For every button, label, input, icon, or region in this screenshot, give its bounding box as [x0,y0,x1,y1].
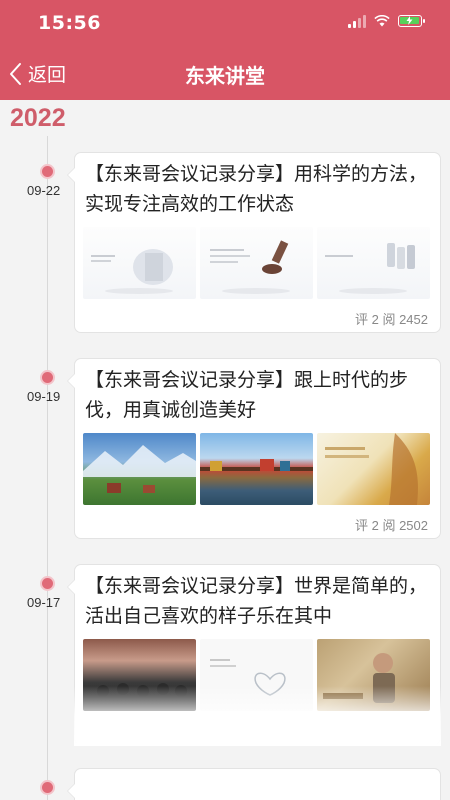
article-title: 【东来哥会议记录分享】世界是简单的，活出自己喜欢的样子乐在其中 [85,575,428,627]
entry-date: 09-17 [27,595,61,610]
timeline-dot [42,782,53,793]
article-thumbnail [317,227,430,299]
signal-icon [348,14,366,28]
article-card[interactable] [67,768,441,800]
article-thumbnail [200,227,313,299]
entry-date: 09-22 [27,183,61,198]
article-title: 【东来哥会议记录分享】用科学的方法，实现专注高效的工作状态 [85,163,428,215]
article-card[interactable]: 【东来哥会议记录分享】跟上时代的步伐，用真诚创造美好 评 2 阅 2502 [67,358,441,539]
status-bar: 15:56 [0,0,450,44]
page-title: 东来讲堂 [185,64,265,88]
timeline-dot [42,166,53,177]
battery-icon [398,15,425,27]
timeline-line [47,136,48,800]
timeline-content[interactable]: 2022 09-22 【东来哥会议记录分享】用科学的方法，实现专注高效的工作状态 [0,100,450,800]
status-icons [348,14,425,28]
year-label: 2022 [10,104,66,132]
nav-bar: 返回 东来讲堂 [0,50,450,98]
article-thumbnails [83,433,430,505]
article-card[interactable]: 【东来哥会议记录分享】用科学的方法，实现专注高效的工作状态 评 2 阅 2452 [67,152,441,333]
status-time: 15:56 [38,12,101,34]
timeline-dot [42,578,53,589]
article-thumbnail [200,433,313,505]
wifi-icon [374,15,390,27]
article-meta: 评 2 阅 2452 [355,312,428,327]
timeline-dot [42,372,53,383]
article-thumbnail [317,433,430,505]
article-thumbnail [83,433,196,505]
article-meta: 评 2 阅 2502 [355,518,428,533]
article-thumbnails [83,227,430,299]
article-title: 【东来哥会议记录分享】跟上时代的步伐，用真诚创造美好 [85,369,409,421]
image-fade-overlay [74,686,441,746]
app-header: 15:56 返回 东来讲堂 [0,0,450,100]
entry-date: 09-19 [27,389,61,404]
article-thumbnail [83,227,196,299]
